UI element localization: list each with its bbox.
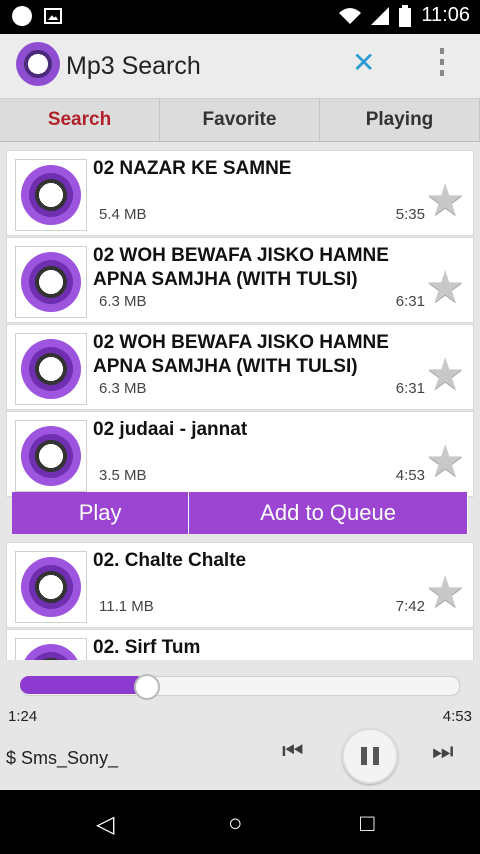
progress-fill xyxy=(20,676,145,694)
play-button[interactable]: Play xyxy=(12,492,190,534)
song-duration: 6:31 xyxy=(395,293,425,310)
album-art xyxy=(15,420,87,492)
song-title: 02 judaai - jannat xyxy=(93,419,248,440)
recent-apps-icon[interactable]: □ xyxy=(360,810,375,838)
disc-icon xyxy=(21,557,81,617)
pause-icon xyxy=(361,747,379,765)
list-item[interactable]: 02. Sirf Tum ★ xyxy=(6,629,474,660)
notification-dot-icon xyxy=(12,6,32,26)
disc-icon xyxy=(21,644,81,660)
status-time: 11:06 xyxy=(421,4,470,26)
album-art xyxy=(15,638,87,660)
favorite-star-icon[interactable]: ★ xyxy=(426,175,465,226)
song-title: 02 NAZAR KE SAMNE xyxy=(93,158,292,179)
song-title: 02. Sirf Tum xyxy=(93,637,201,658)
status-left-icons xyxy=(12,6,62,26)
disc-icon xyxy=(21,252,81,312)
song-size: 11.1 MB xyxy=(99,598,154,615)
home-icon[interactable]: ○ xyxy=(228,810,243,838)
song-duration: 5:35 xyxy=(395,206,425,223)
list-item[interactable]: 02. Chalte Chalte 11.1 MB 7:42 ★ xyxy=(6,542,474,628)
disc-icon xyxy=(21,426,81,486)
favorite-star-icon[interactable]: ★ xyxy=(426,567,465,618)
song-size: 5.4 MB xyxy=(99,206,147,223)
favorite-star-icon[interactable]: ★ xyxy=(426,654,465,660)
elapsed-time: 1:24 xyxy=(8,708,38,725)
list-item[interactable]: 02 WOH BEWAFA JISKO HAMNE APNA SAMJHA (W… xyxy=(6,324,474,410)
song-title: 02 WOH BEWAFA JISKO HAMNE APNA SAMJHA (W… xyxy=(93,332,389,377)
disc-icon xyxy=(21,339,81,399)
song-size: 3.5 MB xyxy=(99,467,147,484)
system-nav-bar: ◁ ○ □ xyxy=(0,790,480,854)
previous-icon[interactable]: ⏮ xyxy=(282,738,304,766)
song-list[interactable]: 02 NAZAR KE SAMNE 5.4 MB 5:35 ★ 02 WOH B… xyxy=(0,142,480,660)
list-item[interactable]: 02 WOH BEWAFA JISKO HAMNE APNA SAMJHA (W… xyxy=(6,237,474,323)
song-duration: 7:42 xyxy=(395,598,425,615)
tab-playing[interactable]: Playing xyxy=(320,99,480,141)
back-icon[interactable]: ◁ xyxy=(96,810,114,839)
favorite-star-icon[interactable]: ★ xyxy=(426,436,465,487)
tab-search[interactable]: Search xyxy=(0,99,160,141)
favorite-star-icon[interactable]: ★ xyxy=(426,262,465,313)
artist-name: $ Sms_Sony_ xyxy=(6,748,118,769)
wifi-icon xyxy=(339,7,362,24)
album-art xyxy=(15,551,87,623)
app-title: Mp3 Search xyxy=(66,52,201,80)
song-size: 6.3 MB xyxy=(99,380,147,397)
app-bar: Mp3 Search ✕ xyxy=(0,34,480,99)
total-time: 4:53 xyxy=(442,708,472,725)
signal-icon xyxy=(371,6,390,25)
add-to-queue-button[interactable]: Add to Queue xyxy=(189,492,468,534)
close-icon[interactable]: ✕ xyxy=(352,46,375,79)
status-bar: 11:06 xyxy=(0,0,480,34)
song-title: 02 WOH BEWAFA JISKO HAMNE APNA SAMJHA (W… xyxy=(93,245,389,290)
image-notification-icon xyxy=(44,8,62,24)
battery-icon xyxy=(399,4,412,27)
favorite-star-icon[interactable]: ★ xyxy=(426,349,465,400)
song-action-bar: Play Add to Queue xyxy=(12,492,468,534)
song-title: 02. Chalte Chalte xyxy=(93,550,247,571)
tab-bar: Search Favorite Playing xyxy=(0,99,480,142)
artist-text: Sms_Sony_ xyxy=(21,748,119,768)
album-art xyxy=(15,246,87,318)
progress-knob[interactable] xyxy=(134,674,160,700)
tab-favorite[interactable]: Favorite xyxy=(160,99,320,141)
pause-button[interactable] xyxy=(342,728,398,784)
song-size: 6.3 MB xyxy=(99,293,147,310)
list-item[interactable]: 02 judaai - jannat 3.5 MB 4:53 ★ xyxy=(6,411,474,497)
album-art xyxy=(15,159,87,231)
overflow-menu-icon[interactable] xyxy=(440,48,444,76)
song-duration: 4:53 xyxy=(395,467,425,484)
mini-player: 1:24 4:53 $ Sms_Sony_ ⏮ ⏭ xyxy=(0,662,480,790)
disc-icon xyxy=(21,165,81,225)
artist-prefix: $ xyxy=(6,748,17,768)
status-right: 11:06 xyxy=(339,4,470,27)
app-logo-icon xyxy=(16,42,60,86)
list-item[interactable]: 02 NAZAR KE SAMNE 5.4 MB 5:35 ★ xyxy=(6,150,474,236)
song-duration: 6:31 xyxy=(395,380,425,397)
next-icon[interactable]: ⏭ xyxy=(432,738,454,766)
album-art xyxy=(15,333,87,405)
